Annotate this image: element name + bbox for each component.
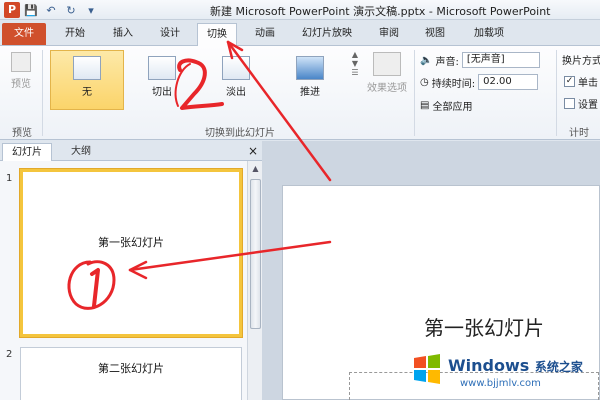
slide-title-text[interactable]: 第一张幻灯片 <box>424 312 544 341</box>
group-divider <box>42 50 43 136</box>
preview-icon <box>11 52 31 72</box>
slide-thumbnail-title: 第一张幻灯片 <box>98 236 164 249</box>
transition-fade-icon <box>222 56 250 80</box>
on-click-option[interactable]: ✓ 单击 <box>564 74 598 89</box>
clock-icon: ◷ <box>420 76 429 88</box>
set-checkbox[interactable] <box>564 98 575 109</box>
redo-icon[interactable]: ↻ <box>64 4 78 17</box>
transition-group-label: 切换到此幻灯片 <box>205 128 275 139</box>
customize-icon[interactable]: ▾ <box>84 4 98 17</box>
duration-input[interactable]: 02.00 <box>478 74 539 90</box>
close-icon[interactable]: × <box>246 143 260 159</box>
tab-addins[interactable]: 加载项 <box>464 23 514 45</box>
transition-none-label: 无 <box>82 87 92 98</box>
set-label: 设置 <box>578 100 598 111</box>
slide-thumbnail-title: 第二张幻灯片 <box>98 362 164 375</box>
slides-pane-header: 幻灯片 大纲 × <box>0 141 262 161</box>
tab-review[interactable]: 审阅 <box>372 23 406 45</box>
group-divider <box>414 50 415 136</box>
preview-button[interactable]: 预览 <box>6 52 36 90</box>
apply-all-label: 全部应用 <box>432 102 473 113</box>
slides-pane: 1 第一张幻灯片 2 第二张幻灯片 <box>0 161 262 400</box>
transition-cut-button[interactable]: 切出 <box>140 56 184 98</box>
watermark-url: www.bjjmlv.com <box>460 378 541 389</box>
ribbon-tabs: 文件 开始 插入 设计 切换 动画 幻灯片放映 审阅 视图 加载项 <box>0 20 600 47</box>
save-icon[interactable]: 💾 <box>24 4 38 17</box>
sound-value: [无声音] <box>466 54 505 65</box>
slide-thumbnail-2[interactable]: 第二张幻灯片 <box>20 347 242 400</box>
tab-animations[interactable]: 动画 <box>248 23 282 45</box>
tab-file[interactable]: 文件 <box>2 23 46 45</box>
transition-none-icon <box>73 56 101 80</box>
scroll-thumb[interactable] <box>250 179 261 329</box>
transition-fade-label: 淡出 <box>226 87 246 98</box>
tab-slides[interactable]: 幻灯片 <box>2 143 52 161</box>
effect-options-icon <box>373 52 401 76</box>
transition-push-button[interactable]: 推进 <box>288 56 332 98</box>
preview-group-label: 预览 <box>12 128 32 139</box>
duration-label: 持续时间: <box>431 78 476 90</box>
transition-cut-label: 切出 <box>152 87 172 98</box>
transition-push-icon <box>296 56 324 80</box>
undo-icon[interactable]: ↶ <box>44 4 58 17</box>
quick-access-toolbar: 💾 ↶ ↻ ▾ <box>24 2 98 18</box>
sound-row: 🔈 声音: [无声音] <box>420 52 540 68</box>
slide-number: 2 <box>6 349 13 360</box>
gallery-scroll-button[interactable]: ▲ ▼ ☰ <box>350 50 360 77</box>
windows-logo-icon <box>414 354 440 384</box>
tab-insert[interactable]: 插入 <box>106 23 140 45</box>
duration-value: 02.00 <box>483 76 512 87</box>
sound-label: 声音: <box>435 56 459 68</box>
transition-cut-icon <box>148 56 176 80</box>
transition-push-label: 推进 <box>300 87 320 98</box>
ribbon-panel: 预览 预览 无 切出 淡出 推进 ▲ ▼ ☰ 效果选项 切换到此幻灯片 🔈 声音: … <box>0 46 600 140</box>
effect-options-button[interactable]: 效果选项 <box>364 52 410 94</box>
tab-slideshow[interactable]: 幻灯片放映 <box>294 23 360 45</box>
sound-icon: 🔈 <box>420 54 433 66</box>
on-click-label: 单击 <box>578 78 598 89</box>
advance-slide-label: 换片方式 <box>562 52 600 67</box>
effect-options-label: 效果选项 <box>367 83 407 94</box>
watermark: Windows 系统之家 www.bjjmlv.com <box>412 350 600 398</box>
tab-transitions[interactable]: 切换 <box>197 23 237 47</box>
tab-outline[interactable]: 大纲 <box>58 143 104 161</box>
timing-group-label: 计时 <box>569 128 589 139</box>
watermark-brand-cn: 系统之家 <box>534 360 583 374</box>
transition-fade-button[interactable]: 淡出 <box>214 56 258 98</box>
slides-scrollbar[interactable]: ▲ <box>247 161 262 400</box>
tab-design[interactable]: 设计 <box>152 23 188 45</box>
set-option[interactable]: 设置 <box>564 96 598 111</box>
watermark-brand-en: Windows <box>448 356 530 375</box>
on-click-checkbox[interactable]: ✓ <box>564 76 575 87</box>
apply-all-icon: ▤ <box>420 100 430 111</box>
powerpoint-app-icon[interactable]: P <box>4 2 20 18</box>
tab-view[interactable]: 视图 <box>418 23 452 45</box>
slide-thumbnail-1[interactable]: 第一张幻灯片 <box>20 169 242 337</box>
scroll-up-icon[interactable]: ▲ <box>250 163 261 175</box>
transition-none-button[interactable]: 无 <box>54 56 120 98</box>
window-title: 新建 Microsoft PowerPoint 演示文稿.pptx - Micr… <box>210 5 551 18</box>
tab-home[interactable]: 开始 <box>58 23 92 45</box>
advance-label-text: 换片方式 <box>562 56 600 67</box>
title-bar: P 💾 ↶ ↻ ▾ 新建 Microsoft PowerPoint 演示文稿.p… <box>0 0 600 20</box>
duration-row: ◷ 持续时间: 02.00 <box>420 74 539 90</box>
preview-label: 预览 <box>11 79 31 90</box>
slide-number: 1 <box>6 173 13 184</box>
watermark-brand: Windows 系统之家 <box>448 356 583 375</box>
group-divider <box>556 50 557 136</box>
apply-all-button[interactable]: ▤ 全部应用 <box>420 98 472 113</box>
sound-select[interactable]: [无声音] <box>461 52 540 68</box>
